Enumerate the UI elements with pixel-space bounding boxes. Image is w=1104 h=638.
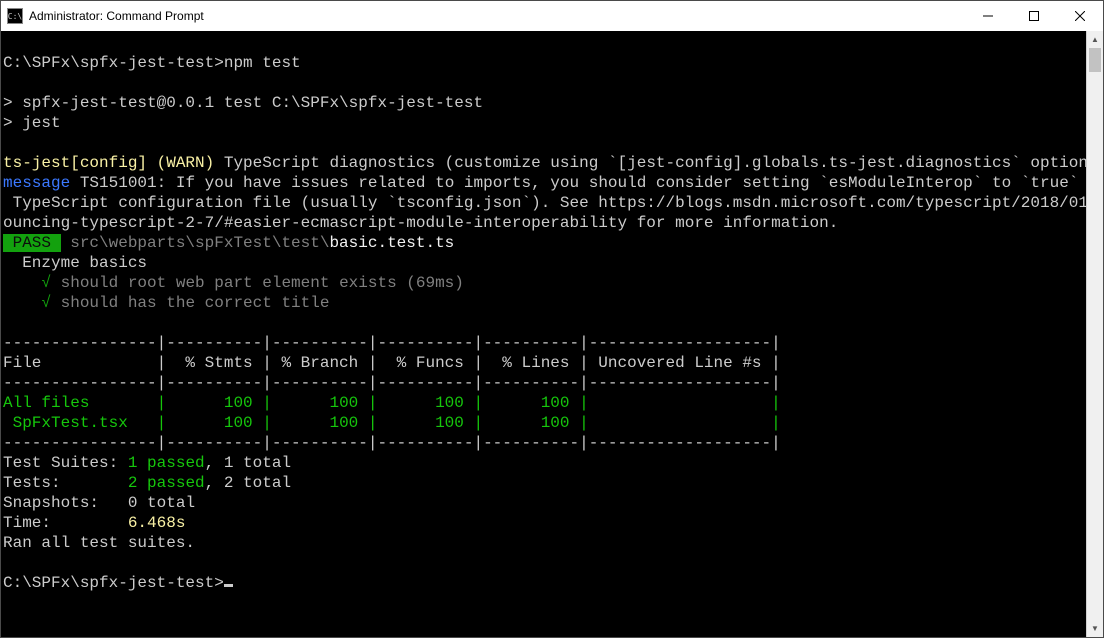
summary-ran: Ran all test suites. — [3, 534, 195, 552]
maximize-button[interactable] — [1011, 1, 1057, 31]
summary-line: Snapshots: 0 total — [3, 494, 195, 512]
titlebar[interactable]: C:\ Administrator: Command Prompt — [1, 1, 1103, 31]
coverage-row: All files | 100 | 100 | 100 | 100 | | — [3, 394, 781, 412]
diag-body: ouncing-typescript-2-7/#easier-ecmascrip… — [3, 214, 838, 232]
scroll-thumb[interactable] — [1089, 48, 1101, 72]
summary-passed: 2 passed — [128, 474, 205, 492]
summary-line: Time: 6.468s — [3, 514, 185, 532]
window-controls — [965, 1, 1103, 31]
close-button[interactable] — [1057, 1, 1103, 31]
vertical-scrollbar[interactable]: ▲ ▼ — [1086, 31, 1103, 637]
scroll-track[interactable] — [1087, 48, 1103, 620]
summary-total: 0 total — [128, 494, 195, 512]
prompt: C:\SPFx\spfx-jest-test> — [3, 54, 224, 72]
coverage-values: | 100 | 100 | 100 | 100 | | — [147, 394, 781, 412]
summary-total: , 1 total — [205, 454, 291, 472]
test-result-line: √ should root web part element exists (6… — [3, 274, 464, 292]
suite-name: Enzyme basics — [3, 254, 147, 272]
minimize-button[interactable] — [965, 1, 1011, 31]
coverage-sep: ----------------|----------|----------|-… — [3, 434, 781, 452]
typed-command: npm test — [224, 54, 301, 72]
window-title: Administrator: Command Prompt — [29, 9, 965, 23]
summary-label: Snapshots: — [3, 494, 128, 512]
diag-code: TS151001: — [70, 174, 176, 192]
client-area: C:\SPFx\spfx-jest-test>npm test > spfx-j… — [1, 31, 1103, 637]
coverage-file: All files — [3, 394, 147, 412]
summary-line: Test Suites: 1 passed, 1 total — [3, 454, 291, 472]
test-result-line: √ should has the correct title — [3, 294, 329, 312]
command-prompt-window: C:\ Administrator: Command Prompt C:\SPF… — [0, 0, 1104, 638]
prompt: C:\SPFx\spfx-jest-test> — [3, 574, 224, 592]
test-desc: should root web part element exists (69m… — [51, 274, 464, 292]
npm-script-line: > spfx-jest-test@0.0.1 test C:\SPFx\spfx… — [3, 94, 483, 112]
cursor — [224, 584, 233, 587]
summary-line: Tests: 2 passed, 2 total — [3, 474, 291, 492]
terminal-output[interactable]: C:\SPFx\spfx-jest-test>npm test > spfx-j… — [1, 31, 1086, 637]
npm-script-line: > jest — [3, 114, 61, 132]
pass-badge: PASS — [3, 234, 61, 252]
summary-label: Time: — [3, 514, 128, 532]
coverage-sep: ----------------|----------|----------|-… — [3, 374, 781, 392]
coverage-values: | 100 | 100 | 100 | 100 | | — [147, 414, 781, 432]
coverage-sep: ----------------|----------|----------|-… — [3, 334, 781, 352]
summary-label: Tests: — [3, 474, 128, 492]
coverage-row: SpFxTest.tsx | 100 | 100 | 100 | 100 | | — [3, 414, 781, 432]
coverage-file: SpFxTest.tsx — [3, 414, 147, 432]
warn-text: TypeScript diagnostics (customize using … — [224, 154, 1086, 172]
diag-body: If you have issues related to imports, y… — [176, 174, 1086, 192]
cmd-icon: C:\ — [7, 8, 23, 24]
scroll-down-button[interactable]: ▼ — [1087, 620, 1103, 637]
check-icon: √ — [41, 274, 51, 292]
coverage-header: File | % Stmts | % Branch | % Funcs | % … — [3, 354, 781, 372]
summary-label: Test Suites: — [3, 454, 128, 472]
warn-prefix: ts-jest[config] (WARN) — [3, 154, 224, 172]
summary-time: 6.468s — [128, 514, 186, 532]
check-icon: √ — [41, 294, 51, 312]
summary-total: , 2 total — [205, 474, 291, 492]
summary-passed: 1 passed — [128, 454, 205, 472]
test-file-name: basic.test.ts — [329, 234, 454, 252]
test-desc: should has the correct title — [51, 294, 329, 312]
diag-body: TypeScript configuration file (usually `… — [3, 194, 1086, 212]
diag-message-label: message — [3, 174, 70, 192]
test-file-path: src\webparts\spFxTest\test\ — [61, 234, 330, 252]
scroll-up-button[interactable]: ▲ — [1087, 31, 1103, 48]
